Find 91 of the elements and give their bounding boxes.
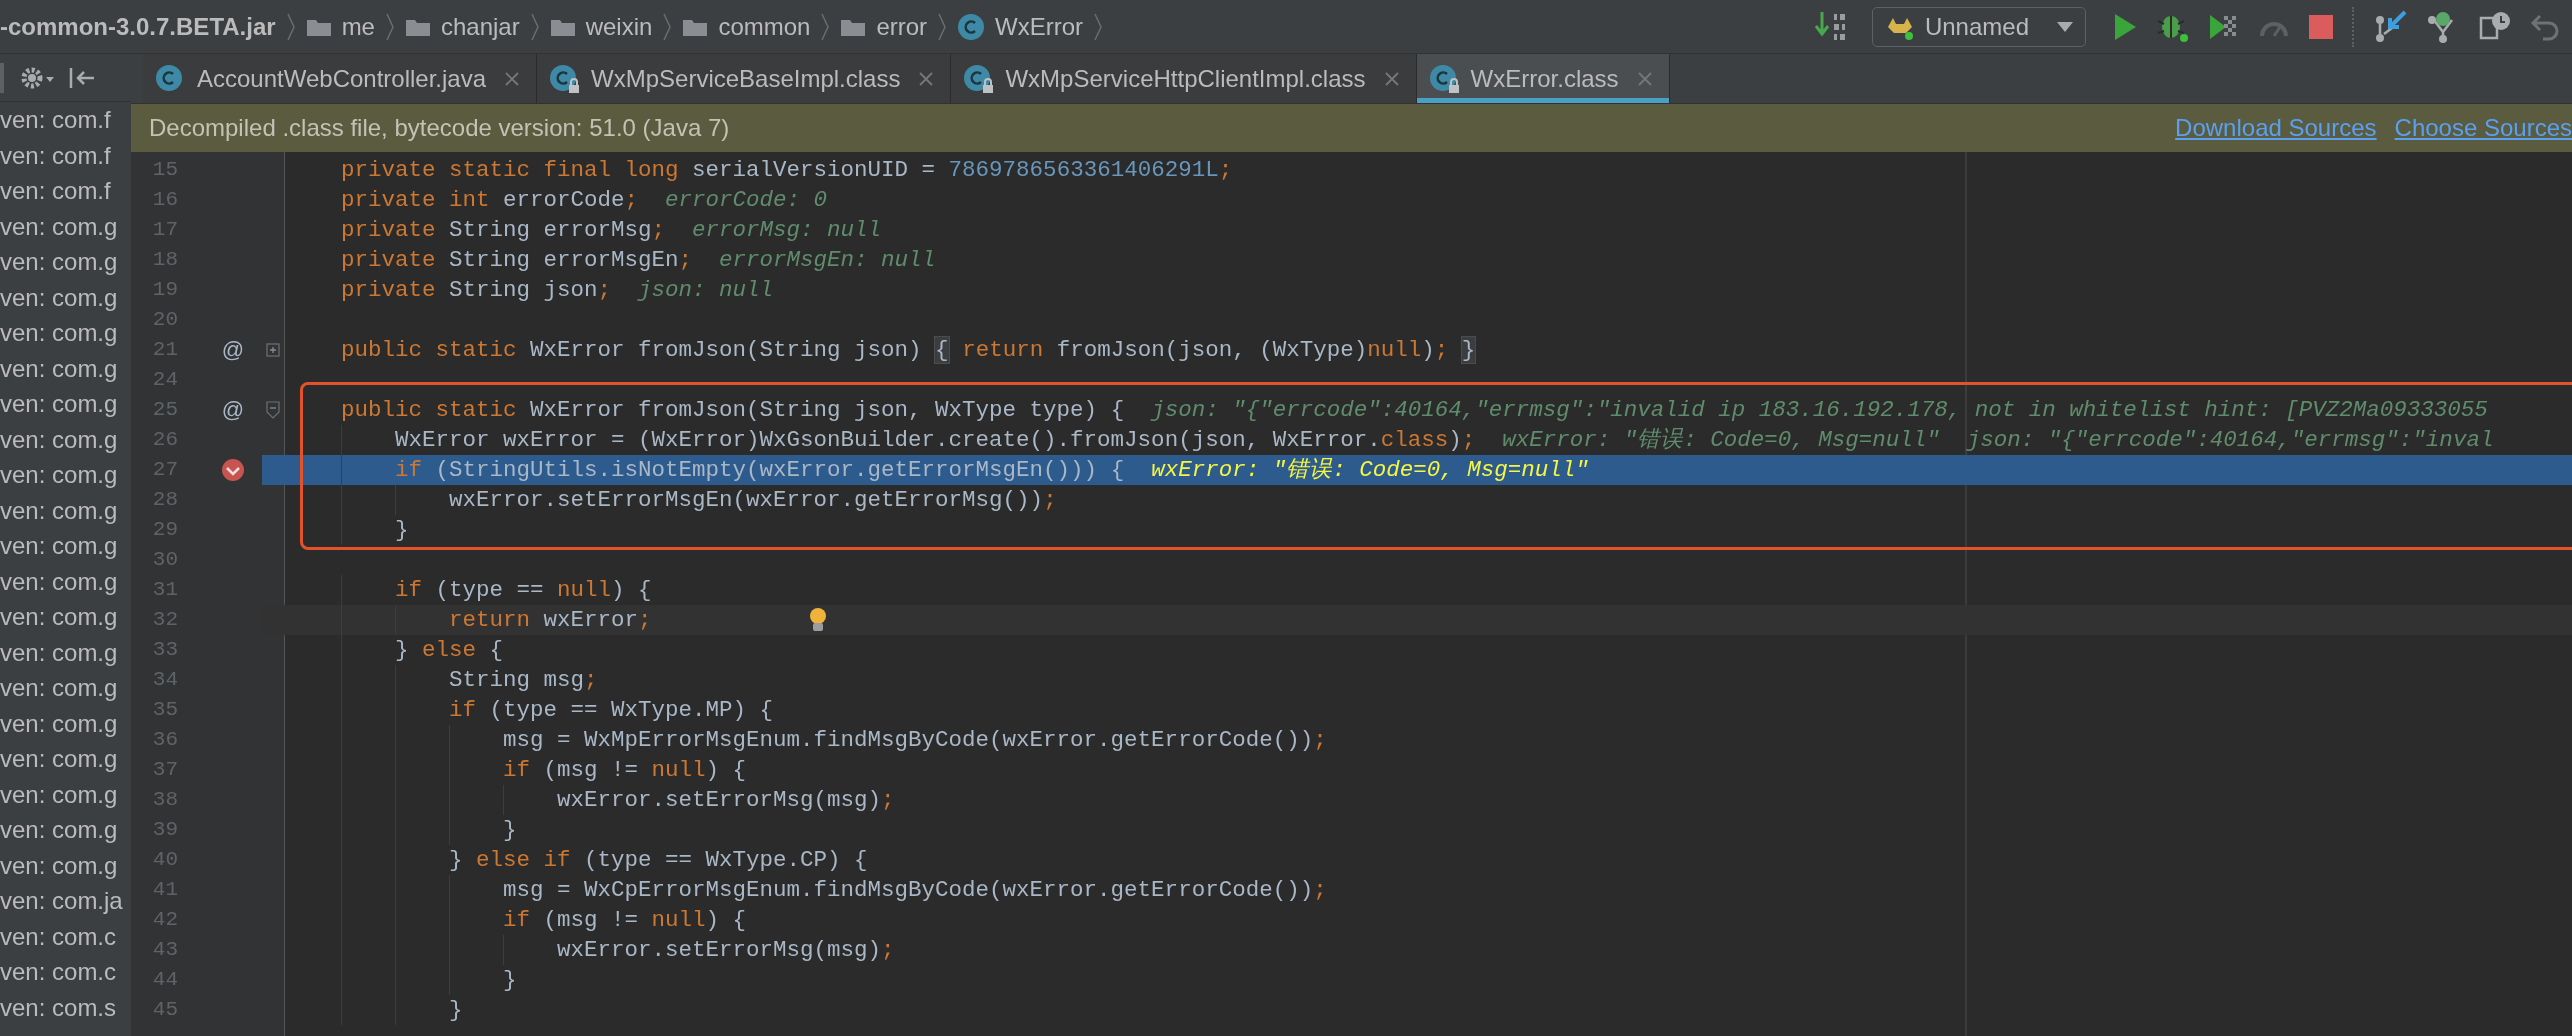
inline-value-hint: json: null	[638, 276, 774, 305]
code-line: private String errorMsg;	[341, 216, 666, 245]
code-line: String msg;	[449, 666, 598, 695]
code-line: msg = WxMpErrorMsgEnum.findMsgByCode(wxError.getErrorCode());	[503, 726, 1327, 755]
close-icon[interactable]	[504, 70, 521, 87]
stop-icon[interactable]	[2308, 13, 2334, 40]
project-tree-item[interactable]: ven: com.g	[0, 350, 118, 386]
inline-value-hint: json: "{"errcode":40164,"errmsg":"invalid ip 183.16.192.178, not in whitelist hint: [PVZ2Ma09333055	[1151, 396, 2488, 425]
code-line: wxError.setErrorMsg(msg);	[557, 786, 895, 815]
code-line: }	[503, 816, 517, 845]
chevron-icon	[1093, 11, 1104, 42]
code-line: } else if (type == WxType.CP) {	[449, 846, 868, 875]
code-line: wxError.setErrorMsg(msg);	[557, 936, 895, 965]
project-tree-item[interactable]: ven: com.g	[0, 741, 118, 777]
project-tree-item[interactable]: ven: com.g	[0, 670, 118, 706]
breadcrumb-item[interactable]: WxError	[957, 12, 1084, 41]
collapse-fold-icon[interactable]	[266, 401, 280, 419]
code-line: }	[449, 996, 463, 1025]
breadcrumb-item[interactable]: me	[305, 12, 375, 41]
breadcrumb-item[interactable]: chanjar	[404, 12, 520, 41]
chevron-icon	[384, 11, 395, 42]
expand-fold-icon[interactable]	[266, 343, 280, 357]
close-icon[interactable]	[1383, 70, 1400, 87]
inline-value-hint: errorMsgEn: null	[719, 246, 936, 275]
gutter-mark[interactable]: @	[221, 395, 245, 425]
breadcrumb-item[interactable]: common	[682, 12, 811, 41]
code-line: return wxError;	[449, 606, 652, 635]
run-icon[interactable]	[2112, 11, 2138, 42]
project-tree-item[interactable]: ven: com.g	[0, 315, 118, 351]
project-tree-item[interactable]: ven: com.g	[0, 421, 118, 457]
code-line: WxError wxError = (WxError)WxGsonBuilder.create().fromJson(json, WxError.class);	[395, 426, 1476, 455]
project-tree-item[interactable]: ven: com.g	[0, 528, 118, 564]
project-tree-item[interactable]: ven: com.g	[0, 705, 118, 741]
inline-value-hint: errorCode: 0	[665, 186, 828, 215]
chevron-icon	[937, 11, 948, 42]
gutter-mark[interactable]: @	[221, 335, 245, 365]
project-tree-item[interactable]: ven: com.g	[0, 776, 118, 812]
close-icon[interactable]	[918, 70, 935, 87]
project-tree-item[interactable]: ven: com.f	[0, 137, 111, 173]
chevron-icon	[529, 11, 540, 42]
code-line: } else {	[395, 636, 504, 665]
inline-value-hint: wxError: "错误: Code=0, Msg=null"	[1502, 426, 1940, 455]
project-tree-item[interactable]: ven: com.g	[0, 847, 118, 883]
project-tree-item[interactable]: ven: com.c	[0, 954, 117, 990]
code-line: public static WxError fromJson(String json) { return fromJson(json, (WxType)null); }	[341, 336, 1476, 365]
project-tree-item[interactable]: ven: com.g	[0, 279, 118, 315]
project-tree-item[interactable]: ven: com.f	[0, 102, 111, 138]
project-tree-item[interactable]: ven: com.f	[0, 173, 111, 209]
project-tree-item[interactable]: ven: com.g	[0, 563, 118, 599]
project-tree-item[interactable]: ven: com.g	[0, 244, 118, 280]
code-line: msg = WxCpErrorMsgEnum.findMsgByCode(wxError.getErrorCode());	[503, 876, 1327, 905]
project-tree-item[interactable]: ven: com.g	[0, 599, 118, 635]
project-tree-item[interactable]: ven: com.g	[0, 812, 118, 848]
code-line: if (type == WxType.MP) {	[449, 696, 774, 725]
inline-value-hint: wxError: "错误: Code=0, Msg=null"	[1151, 456, 1589, 485]
code-line: private String json;	[341, 276, 612, 305]
run-config-dropdown[interactable]: Unnamed	[1871, 6, 2086, 47]
code-line: }	[395, 516, 409, 545]
project-tree-item[interactable]: ven: com.g	[0, 457, 118, 493]
chevron-icon	[820, 11, 831, 42]
breadcrumb-item[interactable]: -common-3.0.7.BETA.jar	[0, 12, 276, 41]
code-line: wxError.setErrorMsgEn(wxError.getErrorMsg());	[449, 486, 1057, 515]
project-tree-item[interactable]: ven: com.g	[0, 634, 118, 670]
chevron-icon	[285, 11, 296, 42]
code-line: private String errorMsgEn;	[341, 246, 693, 275]
code-line: if (msg != null) {	[503, 906, 747, 935]
breadcrumb-item[interactable]: weixin	[549, 12, 653, 41]
project-tree-item[interactable]: ven: com.g	[0, 492, 118, 528]
project-tree-item[interactable]: ven: com.ja	[0, 883, 123, 919]
breakpoint-icon[interactable]	[221, 458, 245, 482]
chevron-icon	[662, 11, 673, 42]
breadcrumb-item[interactable]: error	[840, 12, 928, 41]
editor-tab[interactable]: WxError.class	[1416, 54, 1670, 103]
project-tree-item[interactable]: ven: com.g	[0, 386, 118, 422]
notification-text: Decompiled .class file, bytecode version: 51.0 (Java 7)	[149, 114, 730, 142]
close-icon[interactable]	[1636, 70, 1653, 87]
code-line: private int errorCode;	[341, 186, 639, 215]
project-tree-item[interactable]: ven: com.s	[0, 989, 117, 1025]
project-tree-item[interactable]: ven: com.c	[0, 918, 117, 954]
code-line: if (msg != null) {	[503, 756, 747, 785]
project-tree-item[interactable]: ven: com.g	[0, 208, 118, 244]
code-line: }	[503, 966, 517, 995]
inline-value-hint: errorMsg: null	[692, 216, 882, 245]
inline-value-hint: json: "{"errcode":40164,"errmsg":"inval	[1966, 426, 2494, 455]
caret-icon	[2057, 21, 2073, 32]
class-icon	[957, 12, 986, 41]
lightbulb-icon[interactable]	[808, 607, 828, 633]
code-line: if (StringUtils.isNotEmpty(wxError.getErrorMsgEn())) {	[395, 456, 1125, 485]
code-line: if (type == null) {	[395, 576, 652, 605]
code-line: public static WxError fromJson(String json, WxType type) {	[341, 396, 1125, 425]
code-line: private static final long serialVersionUID = 7869786563361406291L;	[341, 156, 1233, 185]
